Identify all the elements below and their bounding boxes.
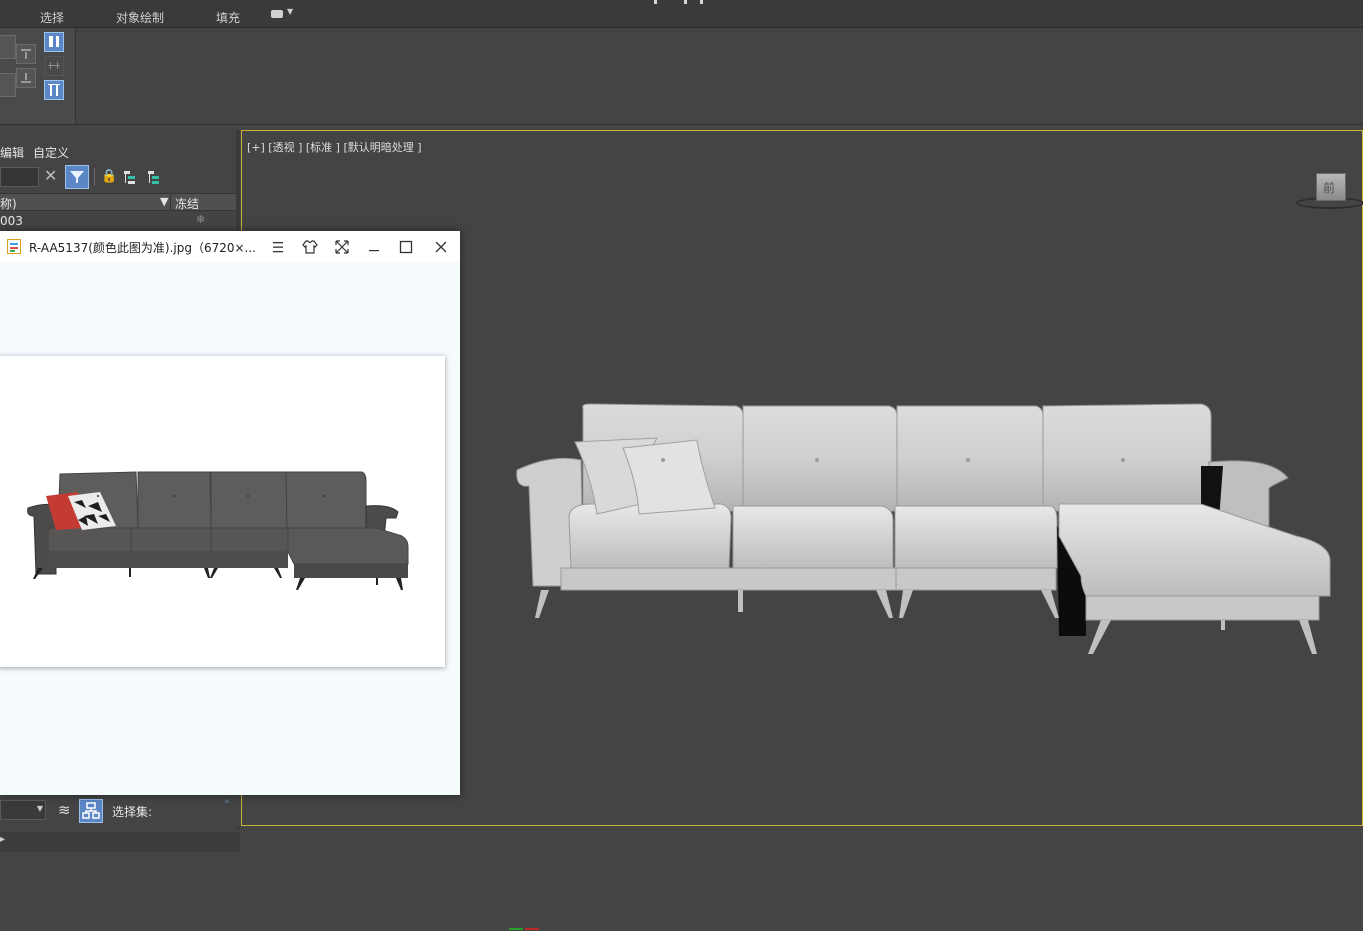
maximize-button[interactable] [396, 237, 416, 257]
search-input[interactable] [0, 167, 39, 187]
skin-button[interactable] [300, 237, 320, 257]
filter-icon [70, 171, 84, 183]
light-tool-button[interactable] [44, 32, 64, 52]
hierarchy-collapse-icon[interactable] [146, 169, 162, 189]
spacing-tool-button[interactable] [44, 56, 64, 76]
minimize-button[interactable] [364, 237, 384, 257]
title-bar-edge [640, 0, 720, 4]
tab-populate[interactable]: 填充 [216, 9, 240, 26]
ribbon-tab-bar: 选择 对象绘制 填充 ▼ [0, 0, 1363, 28]
hierarchy-button[interactable] [79, 799, 103, 823]
ribbon-tool-group [0, 28, 76, 124]
sofa-photo [0, 356, 445, 667]
swap-icon [48, 84, 60, 96]
maximize-icon [399, 240, 413, 254]
viewcube-front-face[interactable]: 前 [1316, 173, 1346, 201]
ribbon-panel [0, 28, 1363, 125]
close-button[interactable] [431, 237, 451, 257]
menu-customize[interactable]: 自定义 [33, 144, 69, 161]
viewer-titlebar[interactable]: R-AA5137(颜色此图为准).jpg（6720×... [0, 231, 460, 262]
image-viewer-app-icon [7, 239, 21, 254]
viewport-label[interactable]: [+] [透视 ] [标准 ] [默认明暗处理 ] [247, 139, 422, 155]
chevron-down-icon: ▼ [36, 804, 43, 813]
minimize-icon [369, 250, 379, 252]
sofa-3d-model[interactable] [511, 396, 1331, 791]
selection-set-label: 选择集: [112, 805, 153, 819]
tab-object-paint[interactable]: 对象绘制 [116, 9, 164, 26]
close-icon [435, 241, 447, 253]
play-icon[interactable]: ▸ [0, 834, 5, 845]
filter-button[interactable] [65, 165, 89, 189]
freeze-icon[interactable]: ❄ [196, 213, 205, 226]
viewcube[interactable]: 前 [1294, 171, 1363, 211]
status-bar-left: ▸ [0, 832, 240, 852]
column-header: 称) ▼ 冻结 [0, 193, 236, 211]
column-name-header[interactable]: 称) [0, 195, 17, 212]
chevron-down-icon: ▼ [287, 7, 294, 16]
toolbar-divider [94, 168, 95, 186]
axis-tripod-icon [509, 928, 539, 930]
expand-chevron-icon[interactable]: » [224, 797, 230, 807]
explorer-bottom-bar: ▼ ≋ 选择集: » [0, 795, 240, 827]
fullscreen-icon [335, 240, 349, 254]
align-top-button[interactable] [16, 44, 36, 64]
hierarchy-expand-icon[interactable] [122, 169, 138, 189]
fullscreen-button[interactable] [332, 237, 352, 257]
align-bottom-icon [21, 73, 31, 83]
object-name: 003 [0, 214, 23, 228]
explorer-dropdown[interactable]: ▼ [0, 800, 46, 820]
ribbon-options-icon [271, 10, 283, 18]
sort-down-icon[interactable]: ▼ [160, 195, 168, 208]
clear-search-icon[interactable]: ✕ [44, 166, 57, 185]
column-freeze-header[interactable]: 冻结 [170, 194, 237, 211]
ribbon-options-dropdown[interactable]: ▼ [271, 7, 295, 20]
menu-button[interactable] [268, 237, 288, 257]
light-icon [49, 36, 59, 47]
image-viewer-window[interactable]: R-AA5137(颜色此图为准).jpg（6720×... [0, 231, 460, 795]
menu-edit[interactable]: 编辑 [0, 144, 24, 161]
table-row[interactable]: 003 ❄ [0, 212, 236, 230]
spacing-icon [48, 62, 60, 69]
hierarchy-icon [82, 802, 100, 819]
sofa-photo-image [27, 471, 409, 590]
lock-icon[interactable]: 🔒 [101, 169, 117, 184]
swap-tool-button[interactable] [44, 80, 64, 100]
ribbon-tool-button[interactable] [0, 73, 16, 97]
shirt-icon [302, 240, 318, 254]
tab-selection[interactable]: 选择 [40, 9, 64, 26]
align-bottom-button[interactable] [16, 68, 36, 88]
ribbon-tool-button[interactable] [0, 35, 16, 59]
align-top-icon [21, 49, 31, 59]
menu-icon [273, 242, 283, 253]
layers-icon[interactable]: ≋ [58, 801, 71, 819]
viewer-title: R-AA5137(颜色此图为准).jpg（6720×... [29, 241, 256, 255]
